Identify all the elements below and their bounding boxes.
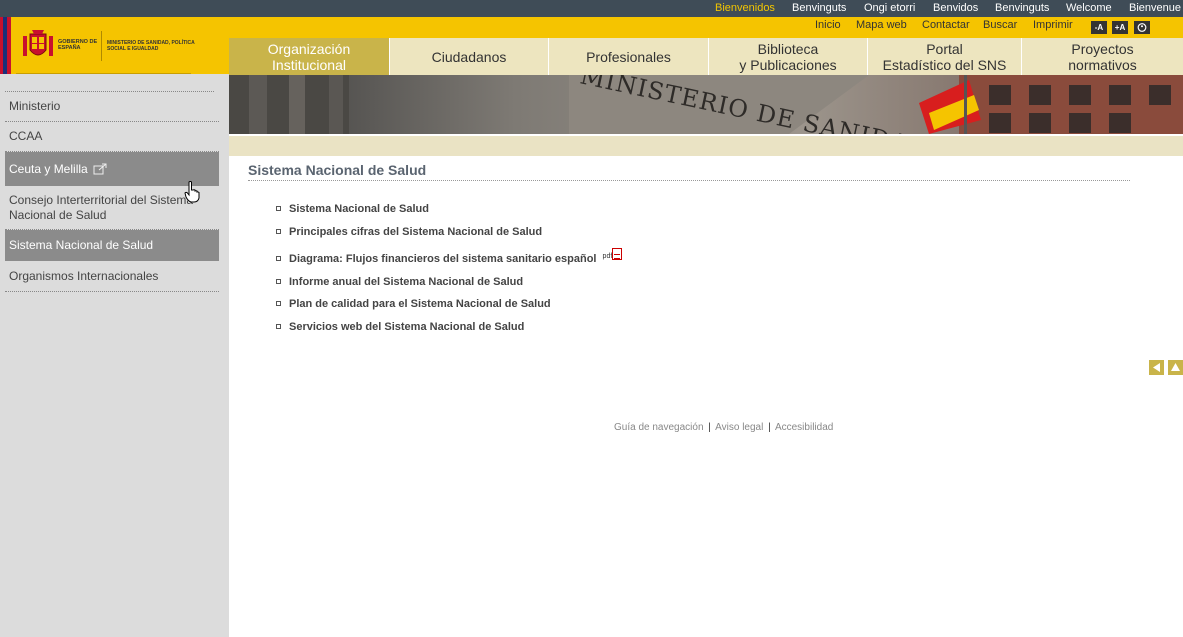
lang-eu[interactable]: Ongi etorri (864, 2, 915, 14)
tab-label-line2: Institucional (272, 56, 346, 73)
accessibility-icon[interactable] (1134, 21, 1150, 34)
lang-va[interactable]: Benvinguts (995, 2, 1049, 14)
utility-bar: Inicio Mapa web Contactar Buscar Imprimi… (229, 17, 1183, 38)
content-link-informe-anual[interactable]: Informe anual del Sistema Nacional de Sa… (276, 276, 523, 288)
tab-profesionales[interactable]: Profesionales (548, 38, 708, 75)
link-label: Diagrama: Flujos financieros del sistema… (289, 253, 597, 265)
lang-fr[interactable]: Bienvenue (1129, 2, 1181, 14)
lang-gl[interactable]: Benvidos (933, 2, 978, 14)
tab-label-line2: normativos (1068, 56, 1137, 73)
footer-separator: | (768, 422, 771, 433)
util-buscar-link[interactable]: Buscar (983, 19, 1017, 31)
flag-stripe-red-2 (7, 17, 11, 74)
tab-proyectos-normativos[interactable]: Proyectos normativos (1021, 38, 1183, 75)
tab-label-line1: Biblioteca (757, 40, 819, 57)
tab-label-line1: Proyectos (1071, 40, 1134, 57)
tab-ciudadanos[interactable]: Ciudadanos (389, 38, 548, 75)
sidebar-item-ministerio[interactable]: Ministerio (5, 92, 219, 122)
sidebar-item-ccaa[interactable]: CCAA (5, 122, 219, 152)
increase-text-button[interactable]: +A (1112, 21, 1128, 34)
lang-es[interactable]: Bienvenidos (715, 2, 775, 14)
tab-label-line2: Estadístico del SNS (882, 56, 1007, 73)
sidebar-item-sistema-nacional-salud[interactable]: Sistema Nacional de Salud (5, 230, 219, 261)
back-arrow-icon[interactable] (1149, 360, 1164, 375)
link-label: Sistema Nacional de Salud (289, 203, 429, 215)
bullet-icon (276, 205, 281, 211)
tab-label-line1: Profesionales (586, 48, 671, 65)
page-title: Sistema Nacional de Salud (248, 162, 1130, 181)
external-link-icon (93, 163, 107, 175)
header-banner-image: MINISTERIO DE SANIDAD (229, 75, 1183, 134)
coat-of-arms-icon (23, 30, 53, 56)
link-label: Servicios web del Sistema Nacional de Sa… (289, 321, 525, 333)
ministerio-label: MINISTERIO DE SANIDAD, POLÍTICA SOCIAL E… (107, 40, 195, 52)
util-mapa-web-link[interactable]: Mapa web (856, 19, 907, 31)
pdf-badge: pdf (602, 253, 613, 260)
ministry-building-photo: MINISTERIO DE SANIDAD (229, 75, 1183, 134)
sidebar-item-label: Consejo Interterritorial del Sistema Nac… (9, 192, 194, 222)
link-label: Informe anual del Sistema Nacional de Sa… (289, 276, 524, 288)
footer-guia-navegacion-link[interactable]: Guía de navegación (614, 422, 704, 433)
util-inicio-link[interactable]: Inicio (815, 19, 841, 31)
tab-label-line2: y Publicaciones (739, 56, 837, 73)
content-link-sistema-nacional[interactable]: Sistema Nacional de Salud (276, 203, 429, 215)
tab-biblioteca[interactable]: Biblioteca y Publicaciones (708, 38, 867, 75)
decrease-text-button[interactable]: -A (1091, 21, 1107, 34)
footer-links: Guía de navegación | Aviso legal | Acces… (614, 422, 833, 433)
back-to-top-icon[interactable] (1168, 360, 1183, 375)
link-label: Plan de calidad para el Sistema Nacional… (289, 298, 551, 310)
sidebar-item-label: CCAA (9, 129, 43, 143)
sidebar-item-label: Sistema Nacional de Salud (9, 238, 154, 252)
breadcrumb-bar (229, 134, 1183, 156)
bullet-icon (276, 228, 281, 234)
bullet-icon (276, 323, 281, 329)
tab-label-line1: Ciudadanos (431, 48, 507, 65)
main-navigation: Organización Institucional Ciudadanos Pr… (229, 38, 1183, 75)
sidebar: Ministerio CCAA Ceuta y Melilla Consejo … (0, 74, 229, 637)
ministry-logo[interactable]: GOBIERNO DE ESPAÑA MINISTERIO DE SANIDAD… (0, 17, 229, 74)
tab-label-line1: Portal (926, 40, 963, 57)
lang-en[interactable]: Welcome (1066, 2, 1112, 14)
content-link-diagrama-flujos[interactable]: Diagrama: Flujos financieros del sistema… (276, 248, 623, 265)
content-link-plan-calidad[interactable]: Plan de calidad para el Sistema Nacional… (276, 298, 551, 310)
content-link-principales-cifras[interactable]: Principales cifras del Sistema Nacional … (276, 226, 542, 238)
util-imprimir-link[interactable]: Imprimir (1033, 19, 1073, 31)
sidebar-item-label: Ceuta y Melilla (9, 161, 88, 176)
hand-cursor-icon (184, 181, 200, 203)
footer-aviso-legal-link[interactable]: Aviso legal (715, 422, 763, 433)
lang-ca[interactable]: Benvinguts (792, 2, 846, 14)
tab-organizacion-institucional[interactable]: Organización Institucional (229, 38, 389, 75)
sidebar-item-label: Ministerio (9, 99, 61, 113)
footer-separator: | (708, 422, 711, 433)
language-bar: Bienvenidos Benvinguts Ongi etorri Benvi… (0, 0, 1183, 17)
pdf-icon (612, 248, 623, 260)
gobierno-label: GOBIERNO DE ESPAÑA (58, 39, 98, 51)
logo-divider (101, 31, 102, 61)
util-contactar-link[interactable]: Contactar (922, 19, 970, 31)
footer-accesibilidad-link[interactable]: Accesibilidad (775, 422, 833, 433)
bullet-icon (276, 278, 281, 284)
sidebar-item-label: Organismos Internacionales (9, 268, 159, 283)
sidebar-item-organismos-internacionales[interactable]: Organismos Internacionales (5, 261, 219, 292)
bullet-icon (276, 300, 281, 306)
link-label: Principales cifras del Sistema Nacional … (289, 226, 543, 238)
tab-label-line1: Organización (267, 40, 351, 57)
tab-portal-estadistico[interactable]: Portal Estadístico del SNS (867, 38, 1021, 75)
content-link-servicios-web[interactable]: Servicios web del Sistema Nacional de Sa… (276, 321, 524, 333)
bullet-icon (276, 255, 281, 261)
